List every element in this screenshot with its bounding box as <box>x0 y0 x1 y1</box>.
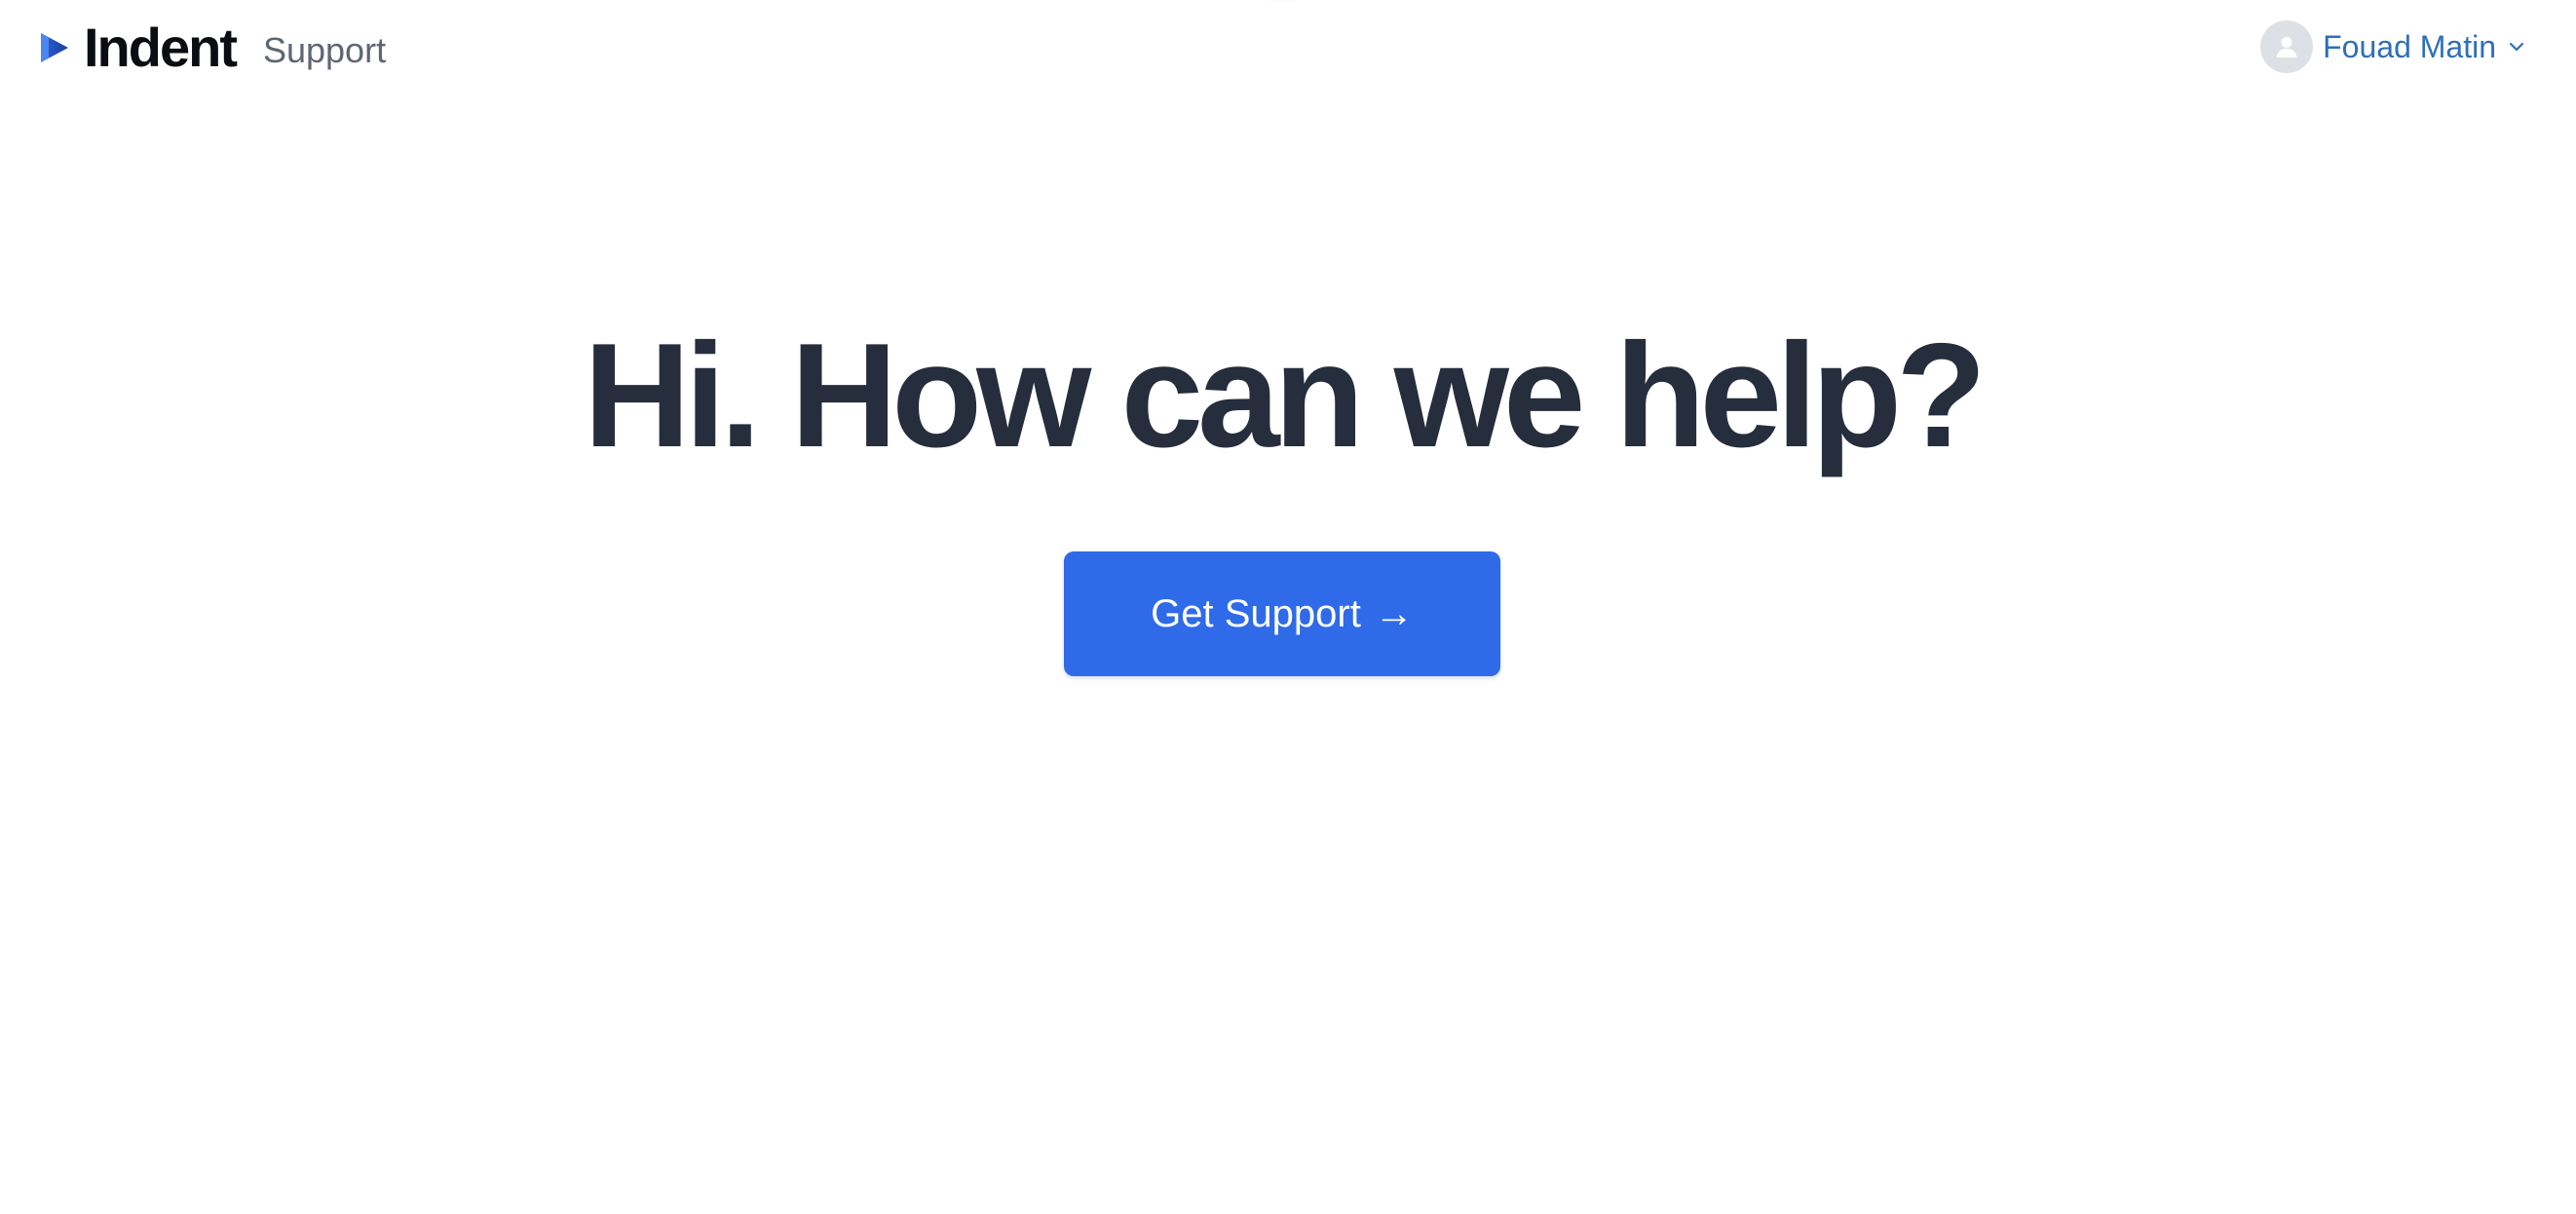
user-menu[interactable]: Fouad Matin <box>2260 19 2525 74</box>
user-name: Fouad Matin <box>2323 29 2496 64</box>
brand[interactable]: Indent Support <box>39 14 386 82</box>
arrow-right-icon: → <box>1374 591 1414 635</box>
get-support-label: Get Support <box>1151 591 1361 635</box>
chevron-down-icon <box>2509 42 2524 52</box>
page: Indent Support Fouad Matin Hi. How can w… <box>0 0 2576 1214</box>
user-icon <box>2276 37 2297 57</box>
top-bar: Indent Support Fouad Matin <box>0 0 2576 97</box>
avatar <box>2260 20 2314 73</box>
get-support-button[interactable]: Get Support → <box>1064 551 1500 676</box>
play-triangle-icon <box>41 33 68 62</box>
brand-subtitle: Support <box>262 30 387 70</box>
brand-name: Indent <box>84 17 238 78</box>
hero-title: Hi. How can we help? <box>584 313 1987 478</box>
